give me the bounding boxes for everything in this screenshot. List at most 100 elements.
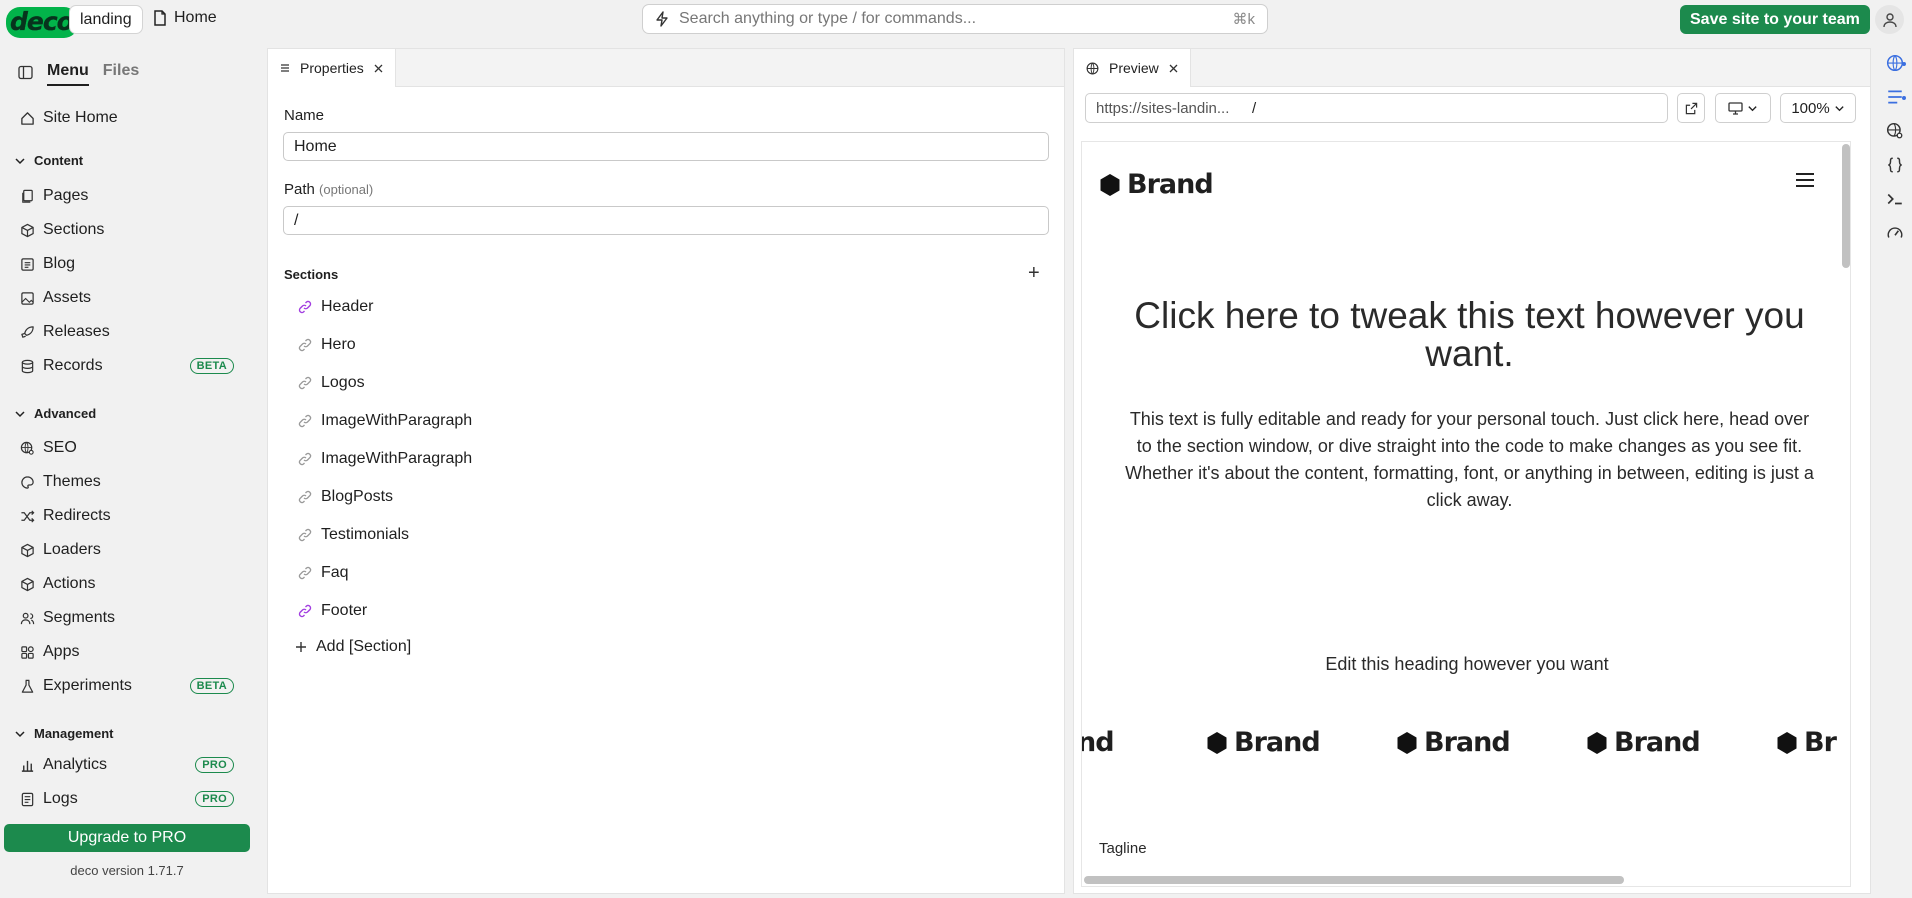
- logo-strip: nd Brand Brand Brand Br: [1082, 727, 1838, 767]
- logos-heading[interactable]: Edit this heading however you want: [1082, 654, 1850, 675]
- chevron-down-icon: [15, 730, 25, 737]
- file-icon: [154, 10, 166, 26]
- preview-tabbar: Preview: [1074, 49, 1870, 87]
- site-brand-logo[interactable]: Brand: [1099, 169, 1214, 200]
- external-link-icon: [1685, 102, 1697, 114]
- url-path-input[interactable]: /: [1252, 100, 1256, 117]
- group-advanced[interactable]: Advanced: [14, 406, 96, 421]
- globe-search-icon[interactable]: [1886, 122, 1904, 140]
- page-breadcrumb[interactable]: Home: [153, 9, 217, 27]
- home-icon: [21, 111, 34, 125]
- sidebar-item-blog[interactable]: Blog: [20, 253, 234, 275]
- beta-badge: BETA: [189, 678, 234, 694]
- users-icon: [20, 612, 35, 624]
- gauge-icon[interactable]: [1886, 224, 1904, 242]
- vertical-scrollbar[interactable]: [1842, 144, 1850, 268]
- sidebar-item-site-home[interactable]: Site Home: [20, 107, 234, 129]
- sidebar-item-records[interactable]: Records BETA: [20, 355, 234, 377]
- device-selector[interactable]: [1715, 93, 1771, 123]
- palette-icon: [21, 475, 34, 489]
- active-dot: [1902, 96, 1906, 100]
- group-content[interactable]: Content: [14, 153, 83, 168]
- unlinked-icon: [298, 528, 312, 542]
- sidebar-item-releases[interactable]: Releases: [20, 321, 234, 343]
- name-label: Name: [284, 107, 325, 124]
- sidebar-item-logs[interactable]: Logs PRO: [20, 788, 234, 810]
- database-icon: [21, 359, 34, 373]
- sidebar-item-pages[interactable]: Pages: [20, 185, 234, 207]
- cube-icon: [21, 223, 34, 237]
- globe-search-icon: [20, 441, 34, 455]
- hexagon-icon: [1100, 173, 1120, 196]
- preview-frame[interactable]: Brand Click here to tweak this text howe…: [1081, 141, 1851, 887]
- bar-chart-icon: [21, 760, 34, 772]
- path-field[interactable]: /: [283, 206, 1049, 235]
- hero-title[interactable]: Click here to tweak this text however yo…: [1112, 297, 1827, 373]
- brand-logo: Brand: [1396, 727, 1511, 758]
- horizontal-scrollbar[interactable]: [1084, 876, 1624, 884]
- sidebar-item-sections[interactable]: Sections: [20, 219, 234, 241]
- log-icon: [21, 792, 34, 806]
- tab-menu[interactable]: Menu: [47, 62, 89, 86]
- tab-properties[interactable]: Properties: [268, 49, 396, 87]
- group-management[interactable]: Management: [14, 726, 113, 741]
- link-icon: [298, 300, 312, 314]
- sidebar-item-actions[interactable]: Actions: [20, 573, 234, 595]
- section-item[interactable]: BlogPosts: [298, 486, 393, 508]
- search-shortcut: ⌘k: [1232, 11, 1256, 28]
- sidebar-item-redirects[interactable]: Redirects: [20, 505, 234, 527]
- sidebar-item-themes[interactable]: Themes: [20, 471, 234, 493]
- preview-url-bar[interactable]: https://sites-landin... /: [1085, 93, 1668, 123]
- sidebar-item-analytics[interactable]: Analytics PRO: [20, 754, 234, 776]
- sidebar-item-segments[interactable]: Segments: [20, 607, 234, 629]
- save-site-button[interactable]: Save site to your team: [1680, 5, 1870, 34]
- bolt-icon: [656, 11, 668, 27]
- panel-toggle-icon[interactable]: [18, 65, 33, 80]
- unlinked-icon: [298, 452, 312, 466]
- hamburger-menu-icon[interactable]: [1795, 172, 1815, 188]
- unlinked-icon: [298, 338, 312, 352]
- tagline[interactable]: Tagline: [1099, 840, 1147, 857]
- chevron-down-icon: [1748, 105, 1757, 111]
- sidebar-item-assets[interactable]: Assets: [20, 287, 234, 309]
- user-avatar[interactable]: [1875, 5, 1904, 34]
- section-item[interactable]: Testimonials: [298, 524, 409, 546]
- site-selector[interactable]: landing: [69, 5, 143, 34]
- command-search[interactable]: Search anything or type / for commands..…: [642, 4, 1268, 34]
- add-section-button[interactable]: Add [Section]: [295, 638, 411, 656]
- code-braces-icon[interactable]: [1886, 156, 1904, 174]
- pages-icon: [22, 189, 33, 203]
- pro-badge: PRO: [195, 791, 234, 807]
- sidebar-item-loaders[interactable]: Loaders: [20, 539, 234, 561]
- close-icon[interactable]: [1169, 64, 1178, 73]
- sidebar-item-experiments[interactable]: Experiments BETA: [20, 675, 234, 697]
- unlinked-icon: [298, 376, 312, 390]
- section-item[interactable]: ImageWithParagraph: [298, 410, 472, 432]
- tab-preview[interactable]: Preview: [1074, 49, 1191, 87]
- path-optional-hint: (optional): [319, 182, 374, 197]
- section-item[interactable]: Footer: [298, 600, 367, 622]
- tab-files[interactable]: Files: [103, 62, 139, 80]
- add-section-icon[interactable]: +: [1028, 262, 1040, 285]
- upgrade-button[interactable]: Upgrade to PRO: [4, 824, 250, 852]
- hero-text[interactable]: This text is fully editable and ready fo…: [1122, 406, 1817, 514]
- section-item[interactable]: Logos: [298, 372, 365, 394]
- section-item[interactable]: Hero: [298, 334, 356, 356]
- section-item[interactable]: Header: [298, 296, 373, 318]
- section-item[interactable]: Faq: [298, 562, 349, 584]
- terminal-icon[interactable]: [1886, 190, 1904, 208]
- flask-icon: [21, 679, 34, 693]
- section-item[interactable]: ImageWithParagraph: [298, 448, 472, 470]
- page-name: Home: [174, 9, 217, 26]
- sidebar-item-apps[interactable]: Apps: [20, 641, 234, 663]
- image-icon: [21, 291, 34, 305]
- menu-lines-icon: [281, 64, 289, 72]
- chevron-down-icon: [15, 410, 25, 417]
- sidebar-item-seo[interactable]: SEO: [20, 437, 234, 459]
- brand-logo-partial: Br: [1776, 727, 1837, 758]
- name-field[interactable]: Home: [283, 132, 1049, 161]
- close-icon[interactable]: [374, 64, 383, 73]
- deco-logo[interactable]: deco: [6, 7, 78, 38]
- open-external-button[interactable]: [1677, 93, 1705, 123]
- zoom-selector[interactable]: 100%: [1780, 93, 1856, 123]
